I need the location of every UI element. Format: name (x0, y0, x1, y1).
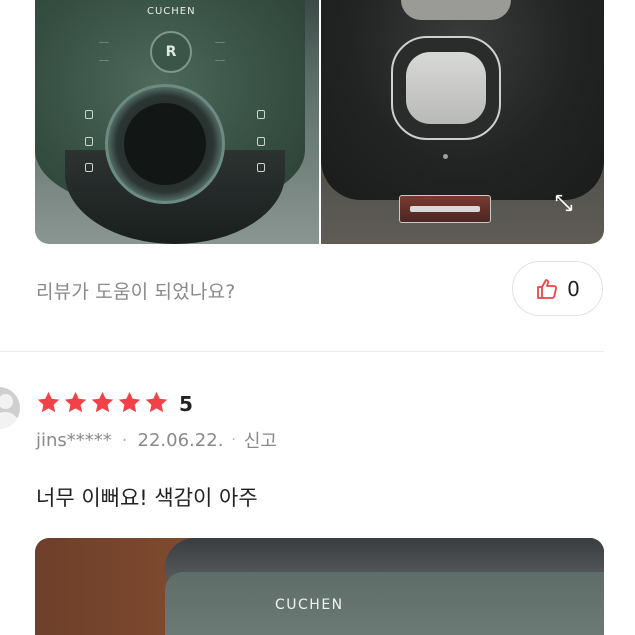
cooker-r-button: R (150, 31, 192, 73)
dial-display (124, 103, 206, 185)
panel-mark: —— (99, 58, 109, 64)
avatar-head (0, 394, 13, 409)
lid-vent (401, 0, 511, 20)
panel-mark: —— (215, 40, 225, 46)
review-photo-gallery[interactable]: CUCHEN R —— —— —— —— (35, 0, 604, 244)
handle-bar (410, 206, 480, 212)
panel-icon (85, 110, 93, 119)
report-link[interactable]: 신고 (244, 427, 277, 453)
divider (0, 351, 604, 352)
review-photo[interactable]: CUCHEN (35, 538, 604, 635)
review-author: jins***** (36, 429, 112, 451)
expand-icon[interactable] (553, 192, 575, 214)
review-text: 너무 이뻐요! 색감이 아주 (36, 486, 258, 510)
panel-mark: —— (215, 58, 225, 64)
star-rating (36, 390, 169, 415)
panel-icon (257, 110, 265, 119)
star-icon (91, 391, 114, 413)
lid-dot (443, 154, 448, 159)
star-icon (145, 391, 168, 413)
star-icon (37, 391, 60, 413)
helpful-like-button[interactable]: 0 (512, 261, 603, 316)
review-photo-top[interactable] (321, 0, 604, 244)
star-icon (118, 391, 141, 413)
cooker-dial (105, 84, 225, 204)
panel-icon (85, 163, 93, 172)
rating-value: 5 (179, 392, 193, 416)
avatar (0, 387, 20, 429)
panel-mark: —— (99, 40, 109, 46)
lid-panel-inner (406, 52, 486, 124)
star-icon (64, 391, 87, 413)
panel-icon (85, 137, 93, 146)
cooker-body (165, 572, 604, 635)
review-meta: jins***** · 22.06.22. · 신고 (36, 427, 277, 453)
review-photo-front[interactable]: CUCHEN R —— —— —— —— (35, 0, 319, 244)
helpful-question: 리뷰가 도움이 되었나요? (36, 281, 236, 303)
brand-logo: CUCHEN (147, 6, 196, 17)
meta-separator: · (231, 432, 236, 448)
lid-panel (391, 36, 501, 140)
panel-icon (257, 163, 265, 172)
brand-logo: CUCHEN (275, 597, 344, 613)
meta-separator: · (121, 429, 128, 451)
lid-handle (399, 195, 491, 223)
thumbs-up-icon (537, 278, 558, 299)
avatar-body (0, 412, 20, 429)
like-count: 0 (567, 276, 580, 301)
review-date: 22.06.22. (137, 429, 224, 451)
panel-icon (257, 137, 265, 146)
